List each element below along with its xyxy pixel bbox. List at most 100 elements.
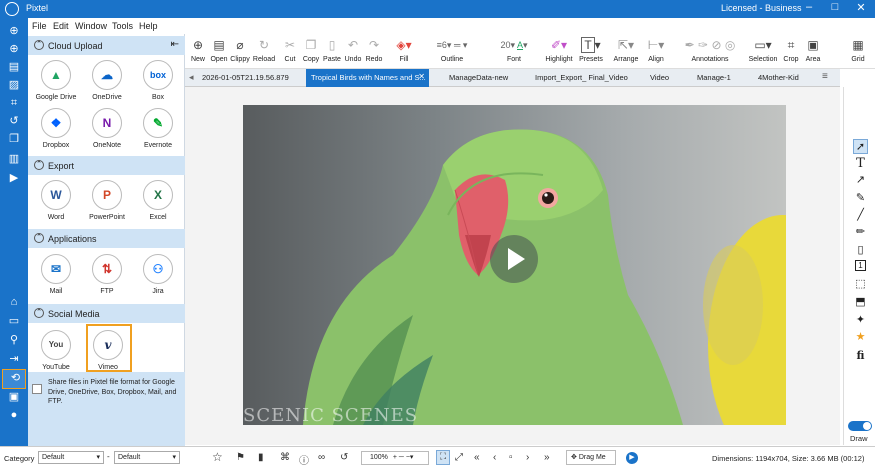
fill-button[interactable]: ◈▾ Fill <box>390 38 418 63</box>
section-export[interactable]: ⌃ Export <box>28 156 185 175</box>
paste-button[interactable]: ▯ Paste <box>322 38 342 63</box>
menu-help[interactable]: Help <box>139 21 158 31</box>
copy-button[interactable]: ❐ Copy <box>301 38 321 63</box>
minimize-icon[interactable]: – <box>801 1 817 13</box>
share-dropbox[interactable]: ❖ Dropbox <box>31 108 81 149</box>
video-preview[interactable]: SCENIC SCENES <box>243 105 786 425</box>
clippy-button[interactable]: ⌀ Clippy <box>229 38 251 63</box>
close-icon[interactable]: ✕ <box>853 1 869 14</box>
section-cloud-upload[interactable]: ⌃ Cloud Upload ⇤ <box>28 36 185 55</box>
contacts-icon[interactable]: ▣ <box>7 390 21 404</box>
play-button[interactable] <box>490 235 538 283</box>
tab-video[interactable]: Video <box>650 69 688 87</box>
line-width-value[interactable]: 6 <box>442 40 447 50</box>
secondary-select[interactable]: Default ▾ <box>114 451 180 464</box>
export-excel[interactable]: X Excel <box>133 180 183 221</box>
scan-icon[interactable]: ⌗ <box>7 96 21 110</box>
stamp-icon[interactable]: ⬚ <box>853 277 868 292</box>
outline-button[interactable]: ≡6▾ ═ ▾ Outline <box>421 38 483 63</box>
redo-button[interactable]: ↷ Redo <box>364 38 384 63</box>
new-button[interactable]: ⊕ New <box>189 38 207 63</box>
video-icon[interactable]: ▶ <box>7 171 21 185</box>
home-icon[interactable]: ⌂ <box>7 295 21 309</box>
pin-panel-icon[interactable]: ⇤ <box>171 39 179 50</box>
export-icon[interactable]: ⇥ <box>7 352 21 366</box>
draw-toggle[interactable] <box>848 421 872 431</box>
history-icon[interactable]: ↺ <box>7 114 21 128</box>
font-button[interactable]: 20▾ A▾ Font <box>485 38 543 63</box>
cut-button[interactable]: ✂ Cut <box>281 38 299 63</box>
page-icon[interactable]: ▯ <box>853 243 868 258</box>
share-icon[interactable]: ⟲ <box>2 369 26 389</box>
next-page-icon[interactable]: › <box>526 452 529 463</box>
share-evernote[interactable]: ✎ Evernote <box>133 108 183 149</box>
export-word[interactable]: W Word <box>31 180 81 221</box>
tab-menu-icon[interactable]: ≡ <box>822 71 828 82</box>
line-icon[interactable]: ╱ <box>853 208 868 223</box>
menu-window[interactable]: Window <box>75 21 107 31</box>
text-icon[interactable]: T <box>853 156 868 171</box>
history-icon[interactable]: ↺ <box>340 452 348 463</box>
menu-file[interactable]: File <box>32 21 47 31</box>
tab-2026-01-05[interactable]: 2026-01-05T21.19.56.879 <box>202 69 304 87</box>
collapse-icon[interactable]: ⌃ <box>34 233 44 243</box>
share-google-drive[interactable]: ▲ Google Drive <box>31 60 81 101</box>
collapse-icon[interactable]: ⌃ <box>34 40 44 50</box>
app-ftp[interactable]: ⇅ FTP <box>82 254 132 295</box>
magic-icon[interactable]: ✦ <box>853 313 868 328</box>
prev-page-icon[interactable]: ‹ <box>493 452 496 463</box>
collapse-icon[interactable]: ⌃ <box>34 160 44 170</box>
collapse-icon[interactable]: ⌃ <box>34 308 44 318</box>
last-page-icon[interactable]: » <box>544 452 550 463</box>
menu-edit[interactable]: Edit <box>53 21 69 31</box>
zoom-out-icon[interactable]: − <box>406 454 410 461</box>
share-box[interactable]: box Box <box>133 60 183 101</box>
expand-icon[interactable]: ⤢ <box>455 452 463 463</box>
add-circle-icon[interactable]: ⊕ <box>7 42 21 56</box>
play-media-icon[interactable]: ▶ <box>626 452 638 464</box>
marker-icon[interactable]: ✏ <box>853 225 868 240</box>
app-mail[interactable]: ✉ Mail <box>31 254 81 295</box>
grid-button[interactable]: ▦ Grid <box>847 38 869 63</box>
tab-4mother-kid[interactable]: 4Mother-Kid <box>758 69 814 87</box>
tab-tropical-birds[interactable]: Tropical Birds with Names and S... ✕ <box>306 69 429 87</box>
area-button[interactable]: ▣ Area <box>803 38 823 63</box>
star-icon[interactable]: ★ <box>853 330 868 345</box>
selection-button[interactable]: ▭▾ Selection <box>748 38 778 63</box>
first-page-icon[interactable]: « <box>474 452 480 463</box>
tab-manage-1[interactable]: Manage-1 <box>697 69 747 87</box>
share-format-checkbox[interactable] <box>32 384 42 394</box>
open-button[interactable]: ▤ Open <box>209 38 229 63</box>
tab-scroll-left-icon[interactable]: ◂ <box>189 72 194 83</box>
presets-button[interactable]: T ▾ Presets <box>577 37 605 63</box>
annotations-button[interactable]: ✒ ✑ ⊘ ◎ Annotations <box>675 38 745 63</box>
globe-icon[interactable]: ⊕ <box>7 24 21 38</box>
highlight-button[interactable]: ✐▾ Highlight <box>543 38 575 63</box>
info-icon[interactable]: ⓘ <box>299 452 309 467</box>
export-powerpoint[interactable]: P PowerPoint <box>82 180 132 221</box>
share-onenote[interactable]: N OneNote <box>82 108 132 149</box>
search-icon[interactable]: ⚲ <box>7 333 21 347</box>
arrow-icon[interactable]: ↗ <box>853 173 868 188</box>
page-icon[interactable]: ▫ <box>509 452 513 463</box>
fit-screen-icon[interactable]: ⛶ <box>436 450 450 465</box>
zoom-control[interactable]: 100% + ─ −▾ <box>361 451 429 465</box>
section-applications[interactable]: ⌃ Applications <box>28 229 185 248</box>
pen-icon[interactable]: ✎ <box>853 191 868 206</box>
social-vimeo[interactable]: v Vimeo <box>83 330 133 371</box>
close-tab-icon[interactable]: ✕ <box>418 72 425 81</box>
app-jira[interactable]: ⚇ Jira <box>133 254 183 295</box>
frame-icon[interactable]: ⬒ <box>853 295 868 310</box>
drag-me-button[interactable]: ✥ Drag Me <box>566 450 616 465</box>
share-onedrive[interactable]: ☁ OneDrive <box>82 60 132 101</box>
user-icon[interactable]: ● <box>7 408 21 422</box>
tab-managedata-new[interactable]: ManageData-new <box>449 69 531 87</box>
maximize-icon[interactable]: □ <box>827 1 843 13</box>
document-icon[interactable]: ▤ <box>7 60 21 74</box>
tag-icon[interactable]: ⌘ <box>280 452 290 463</box>
book-icon[interactable]: ▥ <box>7 152 21 166</box>
menu-tools[interactable]: Tools <box>112 21 133 31</box>
bookmark-icon[interactable]: ▮ <box>258 452 264 463</box>
pointer-icon[interactable]: ➚ <box>853 139 868 154</box>
arrange-button[interactable]: ⇱▾ Arrange <box>611 38 641 63</box>
